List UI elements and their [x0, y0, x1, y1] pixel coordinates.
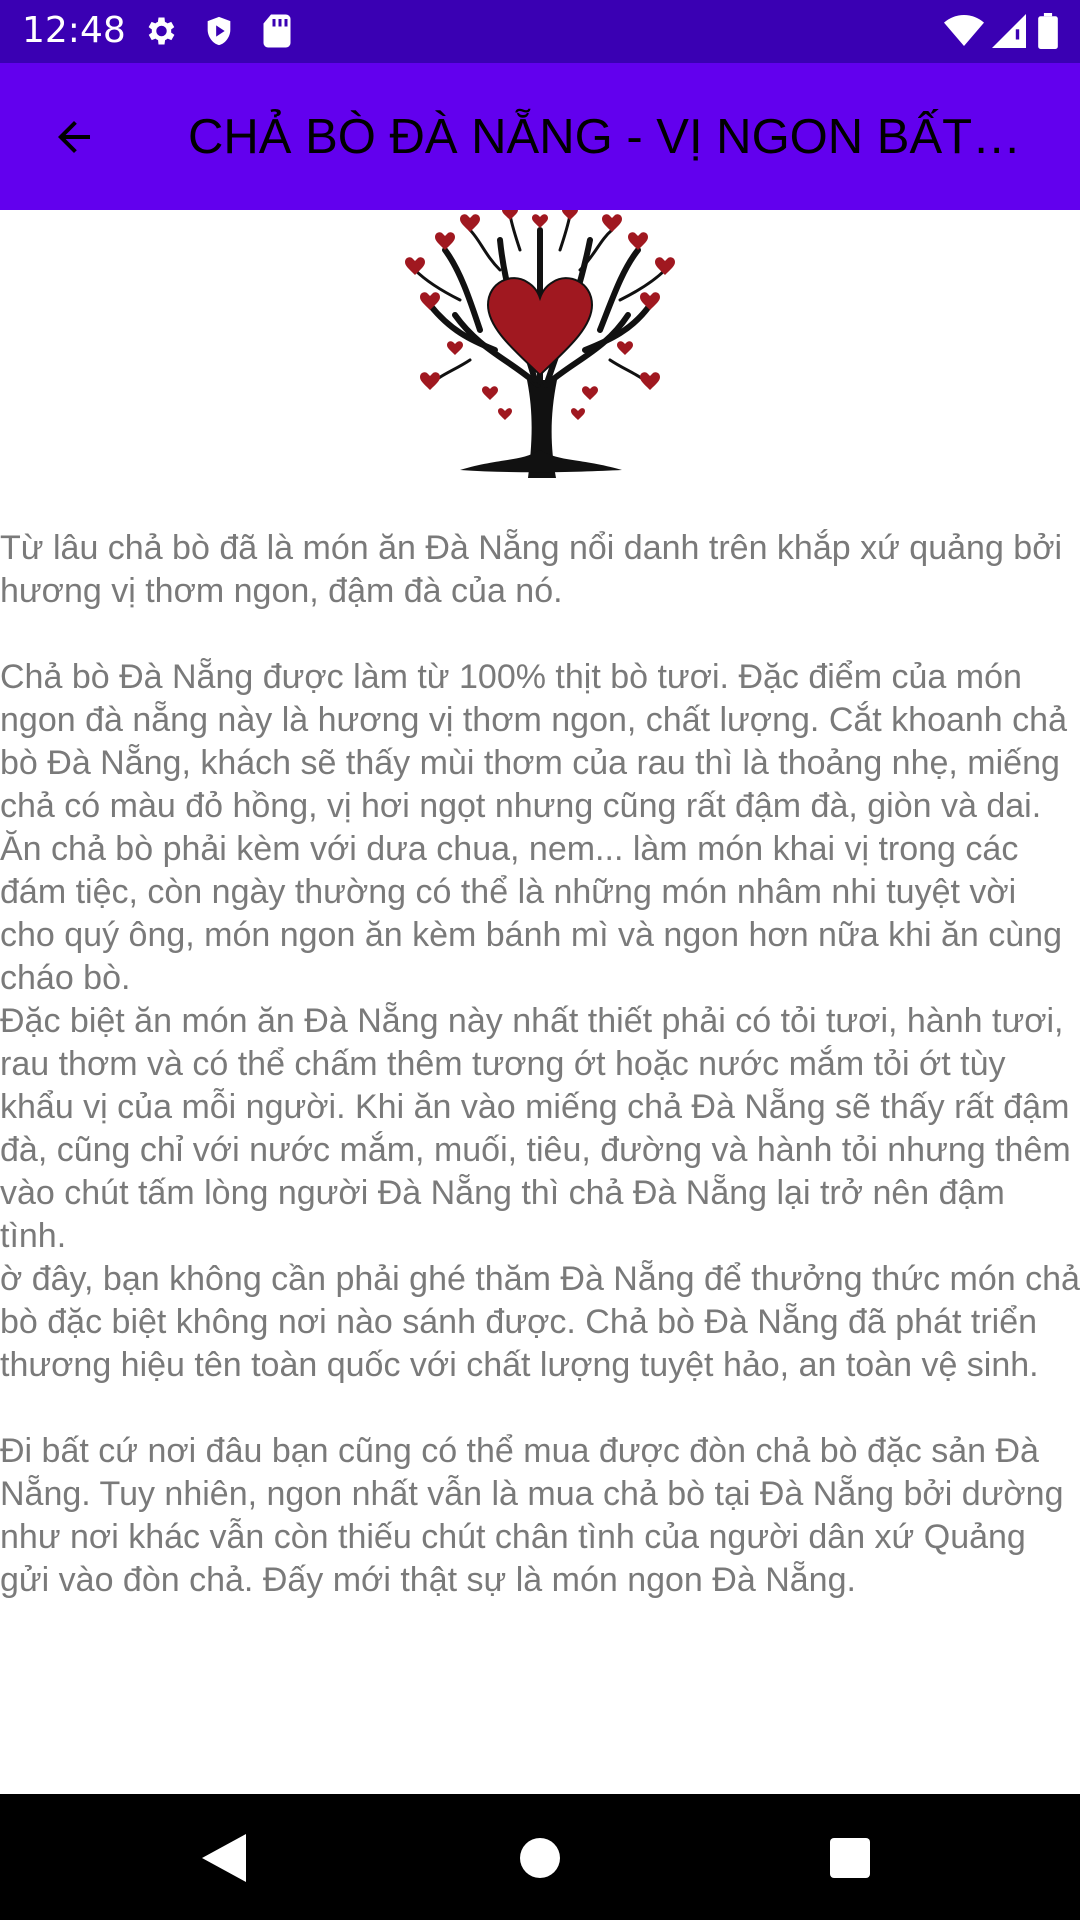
- article-paragraph: Chả bò Đà Nẵng được làm từ 100% thịt bò …: [0, 658, 1067, 997]
- back-triangle-icon: [202, 1834, 246, 1882]
- navigation-bar: [0, 1794, 1080, 1920]
- page-title: CHẢ BÒ ĐÀ NẴNG - VỊ NGON BẤT…: [188, 110, 1022, 164]
- gear-icon: [142, 13, 178, 54]
- status-bar: 12:48: [0, 0, 1080, 63]
- arrow-back-icon: [58, 121, 90, 153]
- signal-icon: [992, 13, 1026, 54]
- hero-image: [0, 210, 1080, 478]
- nav-home-button[interactable]: [508, 1826, 572, 1890]
- battery-icon: [1038, 13, 1058, 54]
- back-button[interactable]: [36, 99, 112, 175]
- sd-card-icon: [262, 13, 292, 54]
- article-paragraph: Từ lâu chả bò đã là món ăn Đà Nẵng nổi d…: [0, 529, 1063, 610]
- article-paragraph: Đi bất cứ nơi đâu bạn cũng có thể mua đư…: [0, 1432, 1064, 1599]
- nav-recents-button[interactable]: [818, 1826, 882, 1890]
- shield-icon: [202, 13, 236, 54]
- nav-back-button[interactable]: [192, 1826, 256, 1890]
- article-paragraph: ờ đây, bạn không cần phải ghé thăm Đà Nẵ…: [0, 1260, 1080, 1384]
- recents-square-icon: [830, 1838, 870, 1878]
- article-paragraph: Đặc biệt ăn món ăn Đà Nẵng này nhất thiế…: [0, 1002, 1071, 1255]
- article-body: Từ lâu chả bò đã là món ăn Đà Nẵng nổi d…: [0, 527, 1080, 1602]
- wifi-icon: [944, 13, 984, 54]
- heart-tree-icon: [405, 210, 675, 478]
- app-bar: CHẢ BÒ ĐÀ NẴNG - VỊ NGON BẤT…: [0, 63, 1080, 210]
- home-circle-icon: [520, 1838, 560, 1878]
- status-time: 12:48: [22, 10, 126, 51]
